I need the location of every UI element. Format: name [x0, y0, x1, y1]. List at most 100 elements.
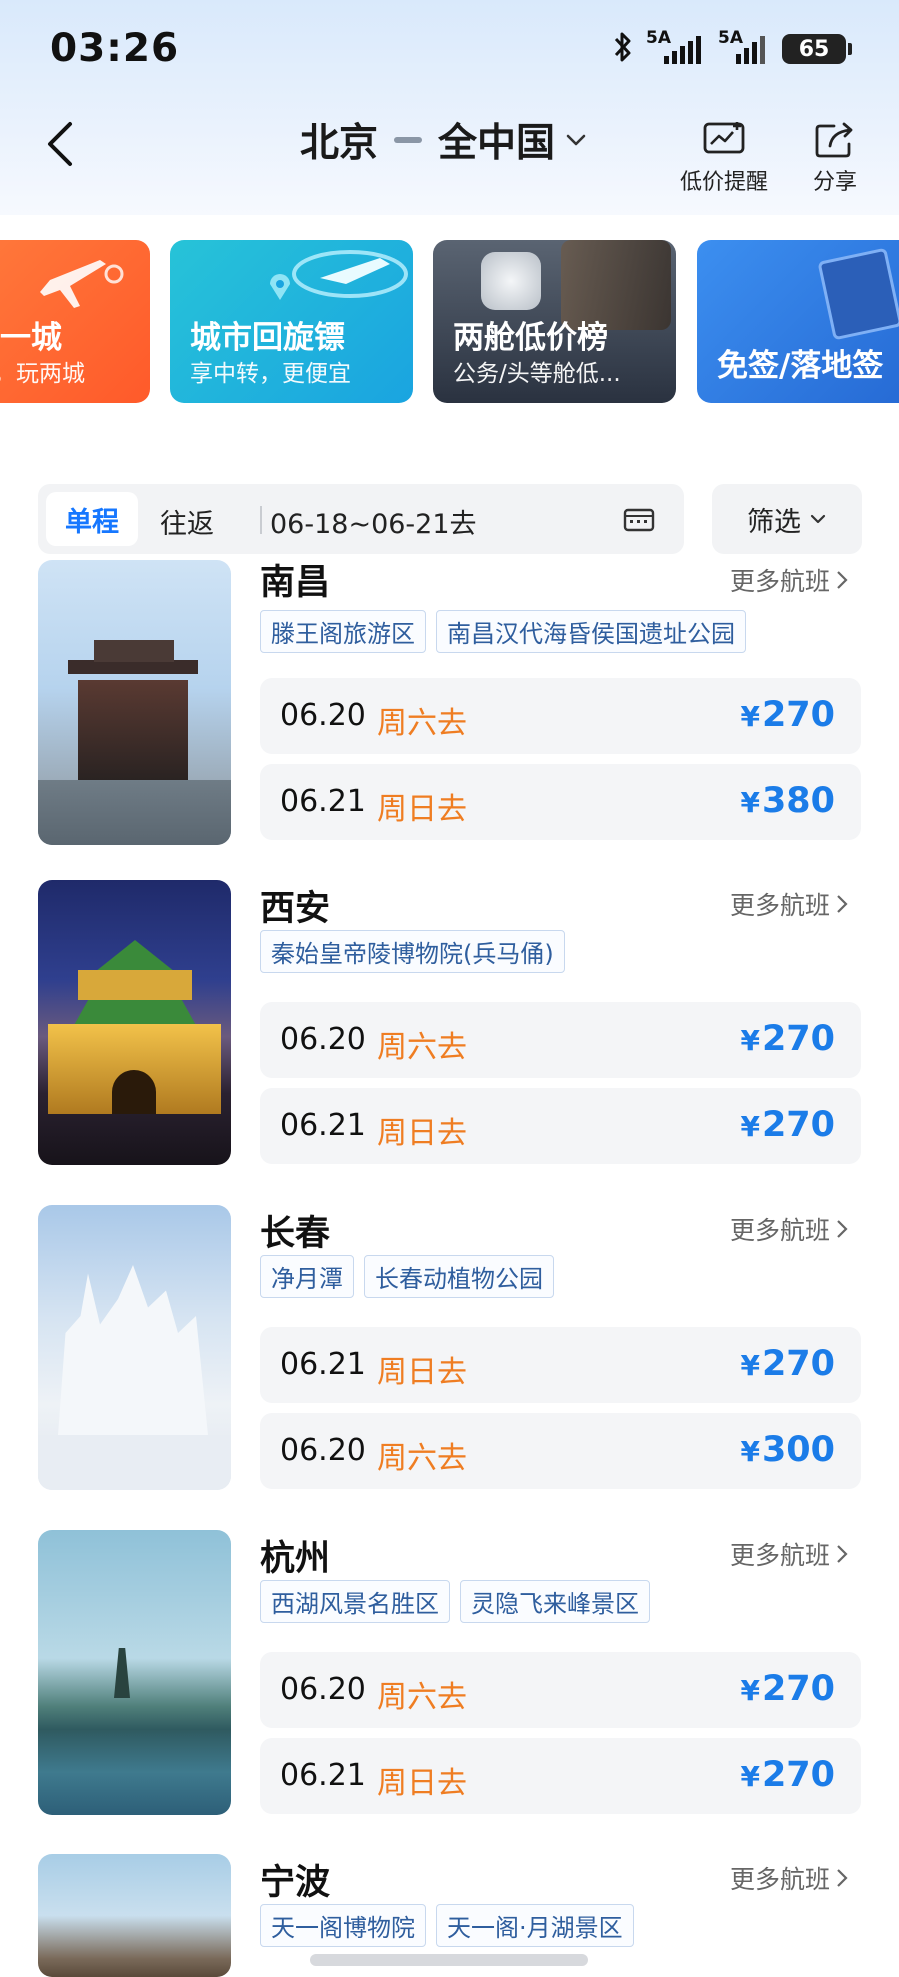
- flight-weekday: 周六去: [377, 1030, 467, 1065]
- currency-symbol: ¥: [740, 1024, 760, 1057]
- currency-symbol: ¥: [740, 786, 760, 819]
- chevron-right-icon: [837, 1869, 848, 1887]
- city-name: 长春: [260, 1214, 331, 1254]
- banner-subtitle: 公务/头等舱低...: [453, 361, 621, 387]
- banner-title: 两舱低价榜: [453, 320, 608, 356]
- flight-weekday: 周日去: [377, 792, 467, 827]
- price-value: 270: [761, 1105, 835, 1145]
- attraction-tag[interactable]: 南昌汉代海昏侯国遗址公园: [436, 610, 746, 653]
- flight-row[interactable]: 06.21 周日去 ¥270: [260, 1088, 861, 1164]
- more-flights-link[interactable]: 更多航班: [730, 1211, 850, 1247]
- flight-date: 06.21: [280, 784, 366, 819]
- price-value: 270: [761, 1755, 835, 1795]
- flight-date: 06.20: [280, 1672, 366, 1707]
- price-alert-icon: [703, 122, 745, 154]
- flight-weekday: 周六去: [377, 706, 467, 741]
- flight-price: ¥270: [740, 1755, 835, 1795]
- attraction-tag[interactable]: 灵隐飞来峰景区: [460, 1580, 650, 1623]
- more-flights-label: 更多航班: [730, 567, 831, 596]
- attraction-tags: 净月潭 长春动植物公园: [260, 1255, 554, 1298]
- attraction-tag[interactable]: 西湖风景名胜区: [260, 1580, 450, 1623]
- battery-level: 65: [798, 36, 830, 62]
- destination-card[interactable]: 杭州 更多航班 西湖风景名胜区 灵隐飞来峰景区 06.20 周六去 ¥270 0…: [0, 1530, 899, 1815]
- banner-boomerang[interactable]: 城市回旋镖 享中转，更便宜: [170, 240, 413, 403]
- route-selector[interactable]: 北京 全中国: [300, 112, 589, 168]
- flight-date: 06.21: [280, 1347, 366, 1382]
- status-time: 03:26: [50, 26, 180, 71]
- flight-weekday: 周日去: [377, 1355, 467, 1390]
- date-range[interactable]: 06-18~06-21去: [270, 502, 477, 541]
- flight-weekday: 周日去: [377, 1116, 467, 1151]
- attraction-tag[interactable]: 天一阁博物院: [260, 1904, 426, 1947]
- banner-title: 城市回旋镖: [190, 320, 345, 356]
- more-flights-label: 更多航班: [730, 891, 831, 920]
- banner-cabin-ranking[interactable]: 两舱低价榜 公务/头等舱低...: [433, 240, 676, 403]
- city-photo: [38, 560, 231, 845]
- route-dash: [394, 137, 423, 143]
- destination-city: 全中国: [438, 121, 556, 166]
- bluetooth-icon: [612, 30, 634, 64]
- attraction-tag[interactable]: 天一阁·月湖景区: [436, 1904, 634, 1947]
- filter-button[interactable]: 筛选: [712, 484, 862, 554]
- flight-weekday: 周六去: [377, 1441, 467, 1476]
- battery-icon: 65: [782, 34, 852, 64]
- flight-date: 06.21: [280, 1758, 366, 1793]
- tab-oneway[interactable]: 单程: [46, 492, 138, 546]
- more-flights-link[interactable]: 更多航班: [730, 562, 850, 598]
- home-indicator[interactable]: [310, 1954, 588, 1966]
- share-icon: [815, 122, 853, 158]
- flight-row[interactable]: 06.20 周六去 ¥270: [260, 1002, 861, 1078]
- chevron-right-icon: [837, 895, 848, 913]
- signal-icon-2: 5A: [718, 28, 770, 66]
- calendar-icon[interactable]: [623, 506, 655, 532]
- city-photo: [38, 1530, 231, 1815]
- attraction-tag[interactable]: 滕王阁旅游区: [260, 610, 426, 653]
- flight-row[interactable]: 06.20 周六去 ¥270: [260, 1652, 861, 1728]
- flight-row[interactable]: 06.20 周六去 ¥270: [260, 678, 861, 754]
- tab-roundtrip[interactable]: 往返: [160, 502, 214, 541]
- destination-list: 南昌 更多航班 滕王阁旅游区 南昌汉代海昏侯国遗址公园 06.20 周六去 ¥2…: [0, 560, 899, 1977]
- banner-subtitle: 景，玩两城: [0, 361, 85, 387]
- plane-icon: [40, 260, 124, 308]
- share-button[interactable]: 分享: [812, 120, 858, 196]
- city-name: 西安: [260, 889, 331, 929]
- currency-symbol: ¥: [740, 1349, 760, 1382]
- city-name: 南昌: [260, 563, 331, 603]
- more-flights-link[interactable]: 更多航班: [730, 886, 850, 922]
- attraction-tag[interactable]: 净月潭: [260, 1255, 354, 1298]
- more-flights-label: 更多航班: [730, 1216, 831, 1245]
- flight-row[interactable]: 06.21 周日去 ¥380: [260, 764, 861, 840]
- flight-weekday: 周六去: [377, 1680, 467, 1715]
- origin-city: 北京: [300, 121, 379, 166]
- attraction-tags: 西湖风景名胜区 灵隐飞来峰景区: [260, 1580, 650, 1623]
- flight-date: 06.21: [280, 1108, 366, 1143]
- flight-price: ¥270: [740, 1344, 835, 1384]
- flight-price: ¥270: [740, 1019, 835, 1059]
- attraction-tags: 天一阁博物院 天一阁·月湖景区: [260, 1904, 634, 1947]
- more-flights-link[interactable]: 更多航班: [730, 1536, 850, 1572]
- filter-label: 筛选: [747, 506, 801, 538]
- destination-card[interactable]: 西安 更多航班 秦始皇帝陵博物院(兵马俑) 06.20 周六去 ¥270 06.…: [0, 880, 899, 1165]
- back-button[interactable]: [40, 118, 80, 170]
- more-flights-link[interactable]: 更多航班: [730, 1860, 850, 1896]
- flight-row[interactable]: 06.20 周六去 ¥300: [260, 1413, 861, 1489]
- attraction-tag[interactable]: 长春动植物公园: [364, 1255, 554, 1298]
- currency-symbol: ¥: [740, 1435, 760, 1468]
- destination-card[interactable]: 长春 更多航班 净月潭 长春动植物公园 06.21 周日去 ¥270 06.20…: [0, 1205, 899, 1490]
- banner-visa-free[interactable]: 免签/落地签: [697, 240, 899, 403]
- chevron-right-icon: [837, 1545, 848, 1563]
- flight-row[interactable]: 06.21 周日去 ¥270: [260, 1738, 861, 1814]
- flight-price: ¥270: [740, 1105, 835, 1145]
- price-value: 270: [761, 1019, 835, 1059]
- price-alert-label: 低价提醒: [680, 170, 769, 195]
- destination-card[interactable]: 南昌 更多航班 滕王阁旅游区 南昌汉代海昏侯国遗址公园 06.20 周六去 ¥2…: [0, 560, 899, 845]
- currency-symbol: ¥: [740, 1110, 760, 1143]
- chevron-down-icon: [810, 514, 826, 524]
- attraction-tag[interactable]: 秦始皇帝陵博物院(兵马俑): [260, 930, 565, 973]
- banner-subtitle: 享中转，更便宜: [190, 361, 351, 387]
- banner-one-city[interactable]: 一城 景，玩两城: [0, 240, 150, 403]
- flight-row[interactable]: 06.21 周日去 ¥270: [260, 1327, 861, 1403]
- price-alert-button[interactable]: 低价提醒: [680, 120, 768, 196]
- currency-symbol: ¥: [740, 1674, 760, 1707]
- currency-symbol: ¥: [740, 1760, 760, 1793]
